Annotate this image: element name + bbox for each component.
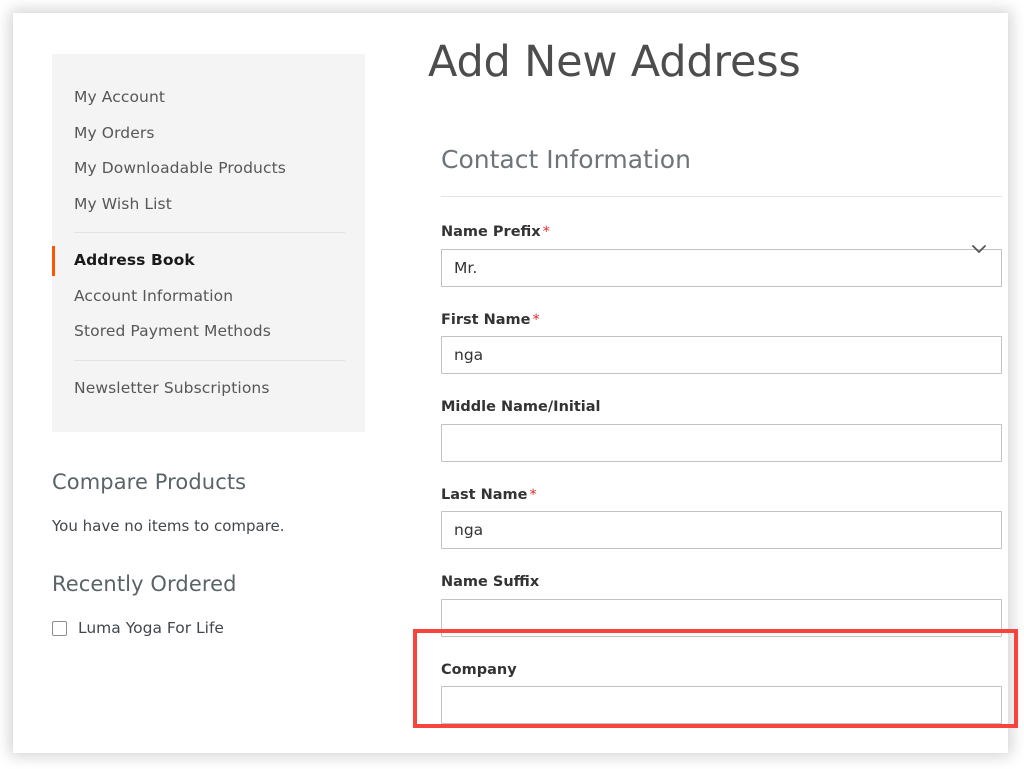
sidebar-divider — [74, 359, 345, 361]
fieldset-legend: Contact Information — [441, 145, 691, 174]
recently-ordered-title: Recently Ordered — [52, 572, 237, 596]
sidebar-item-address-book[interactable]: Address Book — [52, 243, 365, 279]
field-label-name-prefix: Name Prefix * — [441, 225, 1002, 240]
field-name-suffix: Name Suffix — [441, 575, 1002, 637]
last-name-input[interactable]: nga — [441, 511, 1002, 549]
label-text: Last Name — [441, 486, 528, 503]
sidebar-item-stored-payment-methods[interactable]: Stored Payment Methods — [52, 314, 365, 350]
field-label-middle-name: Middle Name/Initial — [441, 400, 1002, 415]
sidebar-item-my-orders[interactable]: My Orders — [52, 116, 365, 152]
required-marker: * — [532, 311, 540, 328]
sidebar-item-my-downloadable-products[interactable]: My Downloadable Products — [52, 151, 365, 187]
compare-products-empty-message: You have no items to compare. — [52, 517, 285, 535]
company-input[interactable] — [441, 686, 1002, 724]
recently-ordered-item-label: Luma Yoga For Life — [78, 619, 224, 637]
label-text: Name Prefix — [441, 224, 541, 240]
middle-name-input[interactable] — [441, 423, 1002, 462]
sidebar-item-label: My Downloadable Products — [74, 159, 286, 177]
first-name-input[interactable]: nga — [441, 336, 1002, 374]
legend-divider — [441, 196, 1002, 197]
page-title: Add New Address — [428, 37, 801, 87]
sidebar-item-label: My Orders — [74, 123, 155, 142]
compare-products-title: Compare Products — [52, 470, 247, 494]
field-label-last-name: Last Name * — [441, 486, 1002, 503]
field-label-name-suffix: Name Suffix — [441, 575, 1002, 590]
list-item[interactable]: Luma Yoga For Life — [52, 619, 392, 637]
compare-products-block: Compare Products You have no items to co… — [52, 472, 392, 534]
required-marker: * — [542, 224, 550, 240]
sidebar-item-label: Account Information — [74, 286, 234, 305]
sidebar-item-label: My Wish List — [74, 194, 172, 213]
sidebar-item-label: Address Book — [74, 251, 195, 269]
name-prefix-select[interactable]: Mr. — [441, 248, 1002, 287]
field-last-name: Last Name * nga — [441, 486, 1002, 549]
required-marker: * — [529, 486, 537, 503]
field-middle-name: Middle Name/Initial — [441, 400, 1002, 462]
field-name-prefix: Name Prefix * Mr. — [441, 225, 1002, 287]
main-content: Add New Address Contact Information Name… — [428, 41, 1003, 724]
sidebar-item-label: Newsletter Subscriptions — [74, 378, 270, 397]
sidebar-item-label: Stored Payment Methods — [74, 322, 271, 340]
sidebar-item-label: My Account — [74, 88, 166, 106]
field-first-name: First Name * nga — [441, 311, 1002, 374]
label-text: Middle Name/Initial — [441, 399, 601, 415]
account-navigation: My Account My Orders My Downloadable Pro… — [52, 54, 365, 432]
label-text: First Name — [441, 311, 531, 328]
field-company: Company — [441, 661, 1002, 724]
recently-ordered-block: Recently Ordered Luma Yoga For Life — [52, 574, 392, 637]
sidebar-item-account-information[interactable]: Account Information — [52, 279, 365, 315]
name-suffix-input[interactable] — [441, 598, 1002, 637]
sidebar: My Account My Orders My Downloadable Pro… — [52, 54, 392, 637]
field-label-company: Company — [441, 661, 1002, 678]
field-label-first-name: First Name * — [441, 311, 1002, 328]
sidebar-item-newsletter-subscriptions[interactable]: Newsletter Subscriptions — [52, 371, 365, 407]
screenshot-viewport: My Account My Orders My Downloadable Pro… — [0, 0, 1024, 769]
label-text: Name Suffix — [441, 574, 540, 590]
sidebar-divider — [74, 232, 345, 233]
sidebar-item-my-account[interactable]: My Account — [52, 80, 365, 116]
label-text: Company — [441, 661, 517, 678]
page-surface: My Account My Orders My Downloadable Pro… — [13, 13, 1018, 753]
checkbox-icon[interactable] — [52, 621, 67, 637]
sidebar-item-my-wish-list[interactable]: My Wish List — [52, 187, 365, 223]
